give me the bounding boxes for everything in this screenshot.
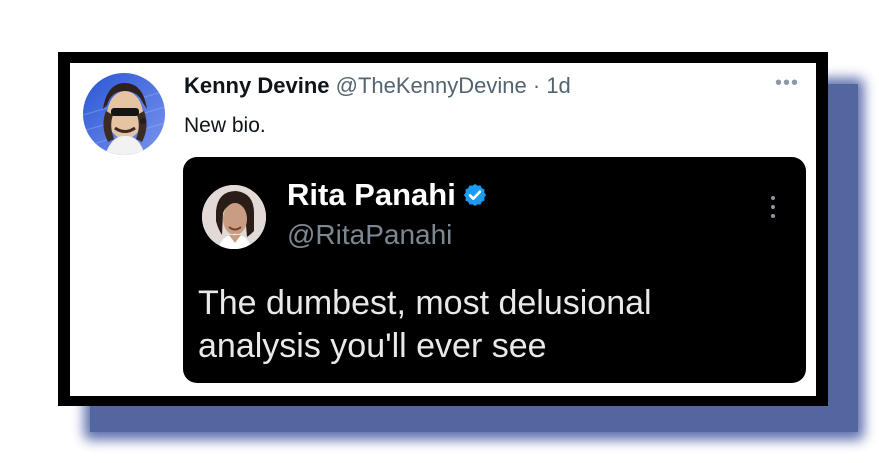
time-separator: · (532, 73, 541, 98)
user-avatar[interactable] (83, 73, 165, 155)
tweet-header: Kenny Devine @TheKennyDevine · 1d (184, 73, 571, 99)
verified-badge-icon (463, 183, 486, 207)
quoted-name-row: Rita Panahi (287, 178, 488, 212)
tweet-text: New bio. (184, 114, 266, 137)
display-name[interactable]: Kenny Devine (184, 73, 330, 98)
user-handle[interactable]: @TheKennyDevine (336, 73, 527, 98)
vertical-more-dot-middle (771, 205, 775, 209)
vertical-more-dot-bottom (771, 214, 775, 218)
quoted-user-avatar-image (202, 185, 266, 249)
tweet-card[interactable]: Kenny Devine @TheKennyDevine · 1d ••• Ne… (70, 63, 816, 396)
more-options-button[interactable]: ••• (775, 73, 805, 93)
quoted-tweet[interactable]: Rita Panahi @RitaPanahi The dumbest, mos… (183, 157, 806, 383)
quoted-user-handle[interactable]: @RitaPanahi (287, 219, 452, 251)
vertical-more-dot-top (771, 196, 775, 200)
timestamp[interactable]: 1d (546, 73, 570, 98)
vertical-more-icon[interactable] (767, 196, 779, 224)
quoted-display-name[interactable]: Rita Panahi (287, 178, 456, 212)
quoted-user-avatar[interactable] (202, 185, 266, 249)
quoted-tweet-text: The dumbest, most delusional analysis yo… (198, 284, 652, 365)
user-avatar-image (83, 73, 165, 155)
